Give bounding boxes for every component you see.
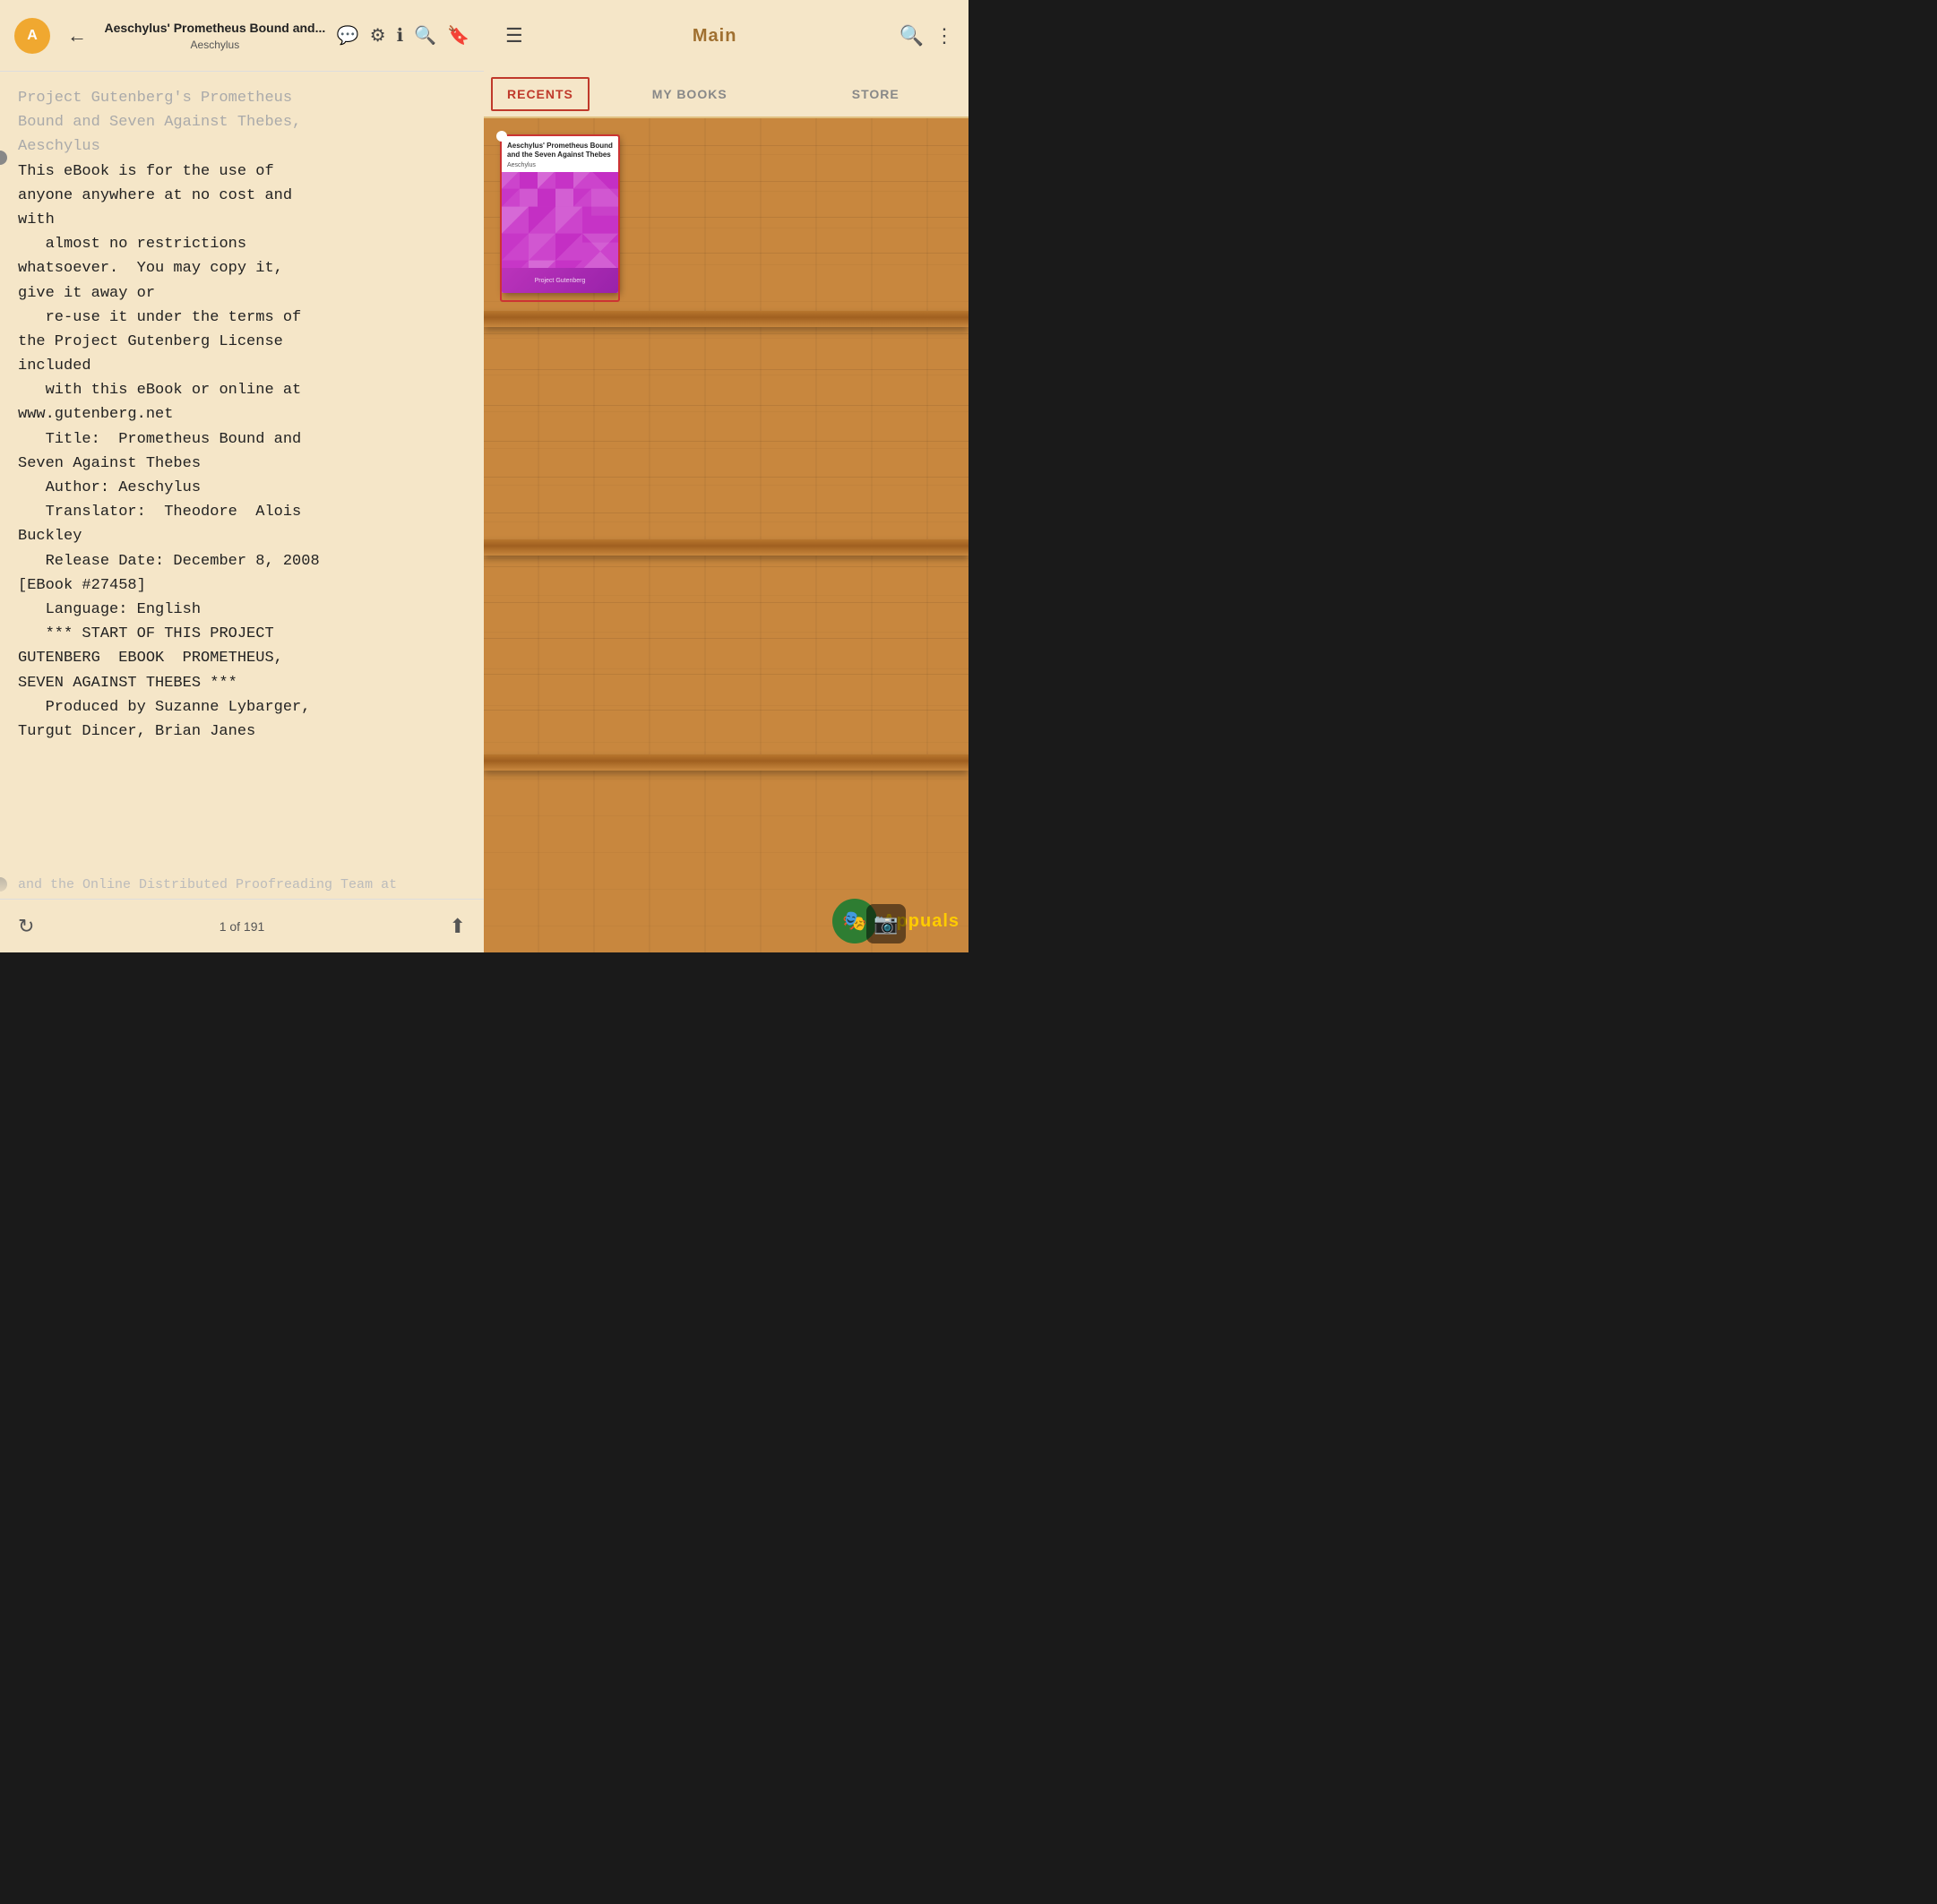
- book-info: Aeschylus' Prometheus Bound and... Aesch…: [104, 20, 326, 50]
- book-author: Aeschylus: [191, 39, 240, 51]
- back-button[interactable]: ←: [61, 20, 93, 52]
- wood-grain: [484, 566, 968, 567]
- book-dot: [496, 131, 507, 142]
- tab-mybooks[interactable]: MY BOOKS: [597, 72, 783, 116]
- reader-content: Project Gutenberg's Prometheus Bound and…: [0, 72, 484, 899]
- speech-icon[interactable]: 💬: [337, 24, 359, 47]
- refresh-icon[interactable]: ↻: [18, 915, 34, 938]
- camera-button[interactable]: 📷: [866, 904, 906, 943]
- book-title: Aeschylus' Prometheus Bound and...: [104, 20, 325, 36]
- book-cover-bottom-text: Project Gutenberg: [535, 278, 586, 284]
- settings-icon[interactable]: ⚙: [370, 24, 386, 47]
- wood-grain: [484, 333, 968, 334]
- book-cover: Aeschylus' Prometheus Bound and the Seve…: [502, 136, 618, 293]
- reader-panel: A ← Aeschylus' Prometheus Bound and... A…: [0, 0, 484, 952]
- library-title: Main: [538, 26, 892, 47]
- page-info: 1 of 191: [220, 919, 265, 934]
- shelf-plank-2: [484, 539, 968, 556]
- wood-grain: [484, 638, 968, 639]
- tab-recents[interactable]: RECENTS: [491, 77, 590, 111]
- wood-grain: [484, 477, 968, 478]
- tabs-bar: RECENTS MY BOOKS STORE: [484, 72, 968, 118]
- shelf-plank-1: [484, 311, 968, 327]
- wood-grain: [484, 405, 968, 406]
- book-cover-bottom: Project Gutenberg: [502, 268, 618, 293]
- search-icon[interactable]: 🔍: [414, 24, 436, 47]
- book-cover-graphic: [502, 172, 618, 268]
- library-more-icon[interactable]: ⋮: [934, 24, 954, 47]
- reader-bottom-bar: ↻ 1 of 191 ⬆: [0, 899, 484, 952]
- bookshelf-area: Aeschylus' Prometheus Bound and the Seve…: [484, 118, 968, 952]
- reader-bottom-overlay: and the Online Distributed Proofreading …: [0, 854, 484, 899]
- wood-grain: [484, 441, 968, 442]
- avatar: A: [14, 18, 50, 54]
- shelf-plank-3: [484, 754, 968, 771]
- library-panel: ☰ Main 🔍 ⋮ RECENTS MY BOOKS STORE: [484, 0, 968, 952]
- reader-bottom-faded-text: and the Online Distributed Proofreading …: [18, 875, 397, 896]
- hamburger-button[interactable]: ☰: [498, 21, 530, 51]
- reader-top-bar: A ← Aeschylus' Prometheus Bound and... A…: [0, 0, 484, 72]
- tab-store[interactable]: STORE: [782, 72, 968, 116]
- reader-text-faded: Project Gutenberg's Prometheus Bound and…: [18, 86, 466, 159]
- watermark-icon: 🎭: [842, 909, 866, 933]
- library-top-icons: 🔍 ⋮: [900, 24, 954, 47]
- library-search-icon[interactable]: 🔍: [900, 24, 924, 47]
- bookmark-icon[interactable]: 🔖: [447, 24, 469, 47]
- wood-grain: [484, 710, 968, 711]
- book-cover-title: Aeschylus' Prometheus Bound and the Seve…: [507, 142, 613, 160]
- book-cover-author: Aeschylus: [507, 162, 613, 168]
- reader-top-icons: 💬 ⚙ ℹ 🔍 🔖: [337, 24, 469, 47]
- wood-grain: [484, 369, 968, 370]
- info-icon[interactable]: ℹ: [397, 24, 404, 47]
- reader-text-main: This eBook is for the use of anyone anyw…: [18, 159, 466, 745]
- wood-grain: [484, 602, 968, 603]
- wood-grain: [484, 674, 968, 675]
- library-top-bar: ☰ Main 🔍 ⋮: [484, 0, 968, 72]
- book-item[interactable]: Aeschylus' Prometheus Bound and the Seve…: [502, 136, 618, 302]
- book-cover-top: Aeschylus' Prometheus Bound and the Seve…: [502, 136, 618, 172]
- upload-icon[interactable]: ⬆: [450, 915, 466, 938]
